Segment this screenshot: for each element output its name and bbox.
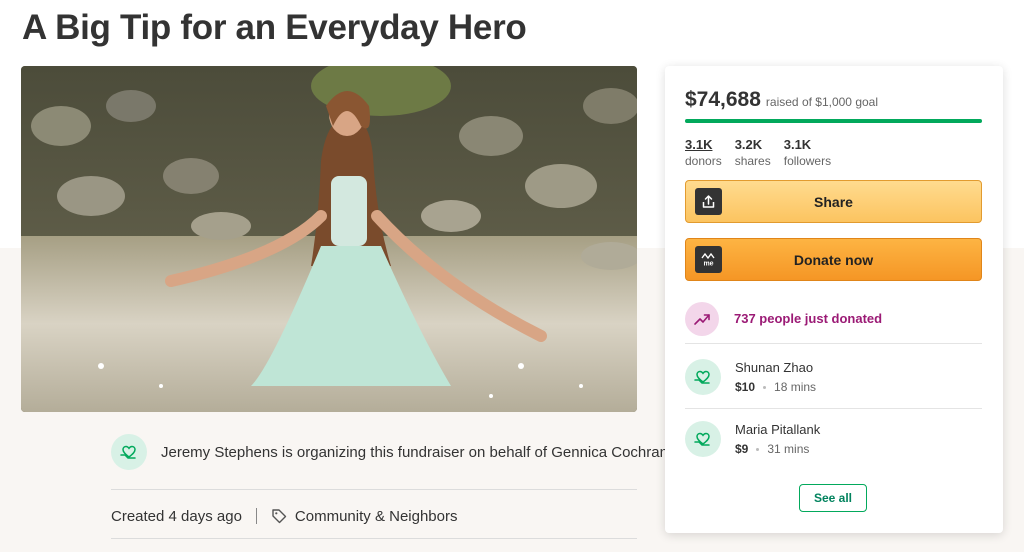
meta-separator — [255, 508, 257, 524]
gofundme-logo-icon: me — [695, 246, 722, 273]
stat-donors[interactable]: 3.1K donors — [685, 137, 722, 168]
hero-image — [21, 66, 637, 412]
stat-value: 3.1K — [685, 137, 713, 152]
recent-donations-text: 737 people just donated — [734, 311, 883, 326]
progress-fill — [685, 119, 982, 123]
share-button[interactable]: Share — [685, 180, 982, 223]
donor-info: Shunan Zhao $10 18 mins — [735, 360, 816, 394]
trending-up-icon — [685, 301, 719, 336]
category-link[interactable]: Community & Neighbors — [295, 508, 458, 525]
stats-row: 3.1K donors 3.2K shares 3.1K followers — [685, 137, 844, 168]
divider — [111, 538, 637, 539]
stat-shares: 3.2K shares — [735, 137, 771, 168]
share-label: Share — [814, 193, 853, 210]
dot-separator — [763, 386, 767, 390]
raised-summary: $74,688 raised of $1,000 goal — [685, 88, 878, 112]
see-all-button[interactable]: See all — [799, 484, 867, 512]
stat-label: shares — [734, 154, 771, 168]
donor-amount: $9 — [735, 442, 749, 456]
created-date: Created 4 days ago — [111, 507, 242, 525]
donor-item: Maria Pitallank $9 31 mins — [685, 417, 982, 461]
stat-value: 3.1K — [783, 137, 812, 152]
donor-time: 18 mins — [774, 380, 817, 394]
recent-donations-row: 737 people just donated — [685, 296, 982, 341]
organizer-text: Jeremy Stephens is organizing this fundr… — [161, 443, 673, 461]
progress-bar — [685, 119, 982, 123]
stat-followers: 3.1K followers — [784, 137, 831, 168]
divider — [685, 343, 982, 344]
stat-label: donors — [685, 154, 722, 168]
stat-label: followers — [783, 154, 832, 168]
donate-button[interactable]: me Donate now — [685, 238, 982, 281]
divider — [685, 408, 982, 409]
donor-info: Maria Pitallank $9 31 mins — [735, 422, 820, 456]
page-title: A Big Tip for an Everyday Hero — [22, 8, 527, 47]
donor-amount: $10 — [735, 380, 756, 394]
donation-card: $74,688 raised of $1,000 goal 3.1K donor… — [665, 66, 1003, 533]
donor-name: Maria Pitallank — [735, 422, 821, 437]
heart-hand-icon — [111, 434, 147, 470]
divider — [111, 489, 637, 490]
heart-hand-icon — [685, 359, 721, 395]
share-upload-icon — [695, 188, 722, 215]
dot-separator — [756, 448, 760, 452]
heart-hand-icon — [685, 421, 721, 457]
donor-item: Shunan Zhao $10 18 mins — [685, 355, 982, 399]
donor-time: 31 mins — [767, 442, 810, 456]
tag-icon — [271, 508, 287, 524]
raised-amount: $74,688 — [685, 88, 761, 111]
raised-goal: raised of $1,000 goal — [765, 95, 879, 109]
donor-name: Shunan Zhao — [735, 360, 814, 375]
donor-meta: $9 31 mins — [735, 442, 820, 456]
svg-text:me: me — [703, 261, 713, 268]
meta-row: Created 4 days ago Community & Neighbors — [111, 505, 457, 527]
stat-value: 3.2K — [734, 137, 763, 152]
donate-label: Donate now — [793, 251, 874, 268]
donor-meta: $10 18 mins — [735, 380, 816, 394]
organizer-row: Jeremy Stephens is organizing this fundr… — [111, 434, 672, 470]
